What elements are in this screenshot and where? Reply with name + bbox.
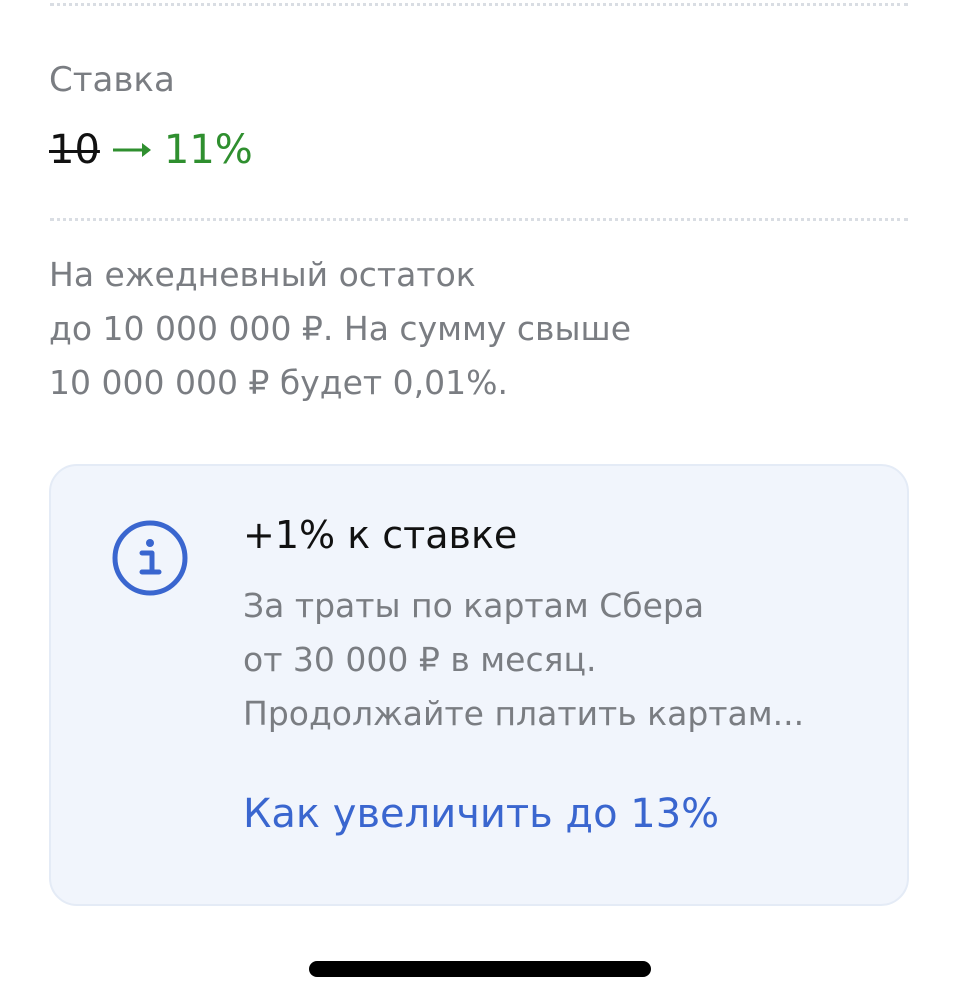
bonus-card-line: За траты по картам Сбера (243, 586, 705, 625)
bonus-card-text: За траты по картам Сбера от 30 000 ₽ в м… (243, 579, 804, 741)
bonus-rate-card[interactable]: +1% к ставке За траты по картам Сбера от… (49, 464, 909, 906)
middle-divider (50, 218, 908, 221)
info-icon (112, 520, 188, 596)
deposit-rate-screen: Ставка 10 11% На ежедневный остаток до 1… (0, 0, 959, 1000)
rate-change: 10 11% (49, 124, 253, 176)
top-divider (50, 3, 908, 6)
rate-label: Ставка (49, 60, 175, 100)
bonus-card-line: от 30 000 ₽ в месяц. (243, 640, 597, 679)
bonus-card-line: Продолжайте платить картам... (243, 694, 805, 733)
description-line: до 10 000 000 ₽. На сумму свыше (49, 309, 632, 348)
old-rate-value: 10 (49, 127, 100, 173)
new-rate-value: 11% (163, 127, 253, 173)
arrow-right-icon (112, 143, 151, 157)
bonus-card-title: +1% к ставке (243, 513, 518, 557)
home-indicator[interactable] (309, 961, 651, 977)
rate-description: На ежедневный остаток до 10 000 000 ₽. Н… (49, 248, 909, 410)
description-line: 10 000 000 ₽ будет 0,01%. (49, 363, 508, 402)
increase-rate-link[interactable]: Как увеличить до 13% (243, 788, 719, 840)
description-line: На ежедневный остаток (49, 255, 476, 294)
